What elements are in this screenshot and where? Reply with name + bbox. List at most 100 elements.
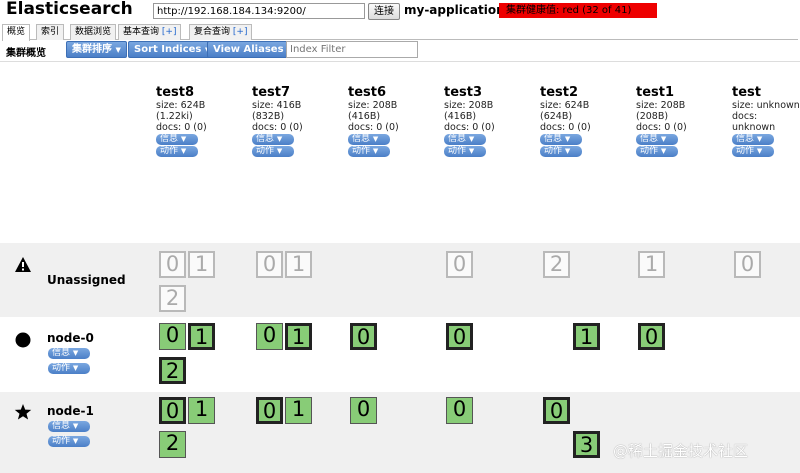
node-1-label: node-1 [47, 404, 94, 418]
divider [0, 61, 800, 62]
index-docs: docs: 0 (0) [636, 122, 687, 133]
index-action-button[interactable]: 动作 ▼ [348, 146, 390, 157]
info-label: 信息 [736, 134, 755, 144]
node-0-shard-test8-1[interactable]: 1 [188, 323, 215, 350]
action-label: 动作 [52, 436, 71, 446]
index-info-button[interactable]: 信息 ▼ [636, 134, 678, 145]
index-info-button[interactable]: 信息 ▼ [348, 134, 390, 145]
warning-icon [15, 257, 31, 272]
node-0-shard-test8-2[interactable]: 2 [159, 357, 186, 384]
node-0-shard-test8-0[interactable]: 0 [159, 323, 186, 350]
info-label: 信息 [640, 134, 659, 144]
index-size: size: 624B [540, 100, 590, 111]
index-info-button[interactable]: 信息 ▼ [444, 134, 486, 145]
caret-down-icon: ▼ [372, 135, 379, 143]
info-label: 信息 [544, 134, 563, 144]
node-0-shard-test6-0[interactable]: 0 [350, 323, 377, 350]
cluster-sort-button[interactable]: 集群排序 ▼ [66, 41, 127, 58]
node-1-shard-test2-3[interactable]: 3 [573, 431, 600, 458]
index-column-test2: test2 size: 624B (624B) docs: 0 (0) 信息 ▼… [540, 86, 630, 157]
unassigned-shard-test3-0[interactable]: 0 [446, 251, 473, 278]
view-aliases-button[interactable]: View Aliases ▼ [207, 41, 299, 58]
index-action-button[interactable]: 动作 ▼ [444, 146, 486, 157]
index-action-button[interactable]: 动作 ▼ [540, 146, 582, 157]
connection-url-input[interactable] [153, 3, 365, 19]
index-info-button[interactable]: 信息 ▼ [540, 134, 582, 145]
action-label: 动作 [640, 146, 659, 156]
index-name: test7 [252, 85, 291, 100]
info-label: 信息 [448, 134, 467, 144]
tab-basic-query-label: 基本查询 [123, 27, 160, 37]
unassigned-shard-test8-2[interactable]: 2 [159, 285, 186, 312]
tab-basic-query-plus[interactable]: [+] [162, 27, 177, 37]
node-1-shard-test8-0[interactable]: 0 [159, 397, 186, 424]
caret-down-icon: ▼ [660, 135, 667, 143]
index-action-button[interactable]: 动作 ▼ [636, 146, 678, 157]
connect-button[interactable]: 连接 [368, 3, 400, 20]
unassigned-shard-test-0[interactable]: 0 [734, 251, 761, 278]
unassigned-shard-test2-2[interactable]: 2 [543, 251, 570, 278]
tab-overview-label: 概览 [7, 27, 26, 37]
index-filter-input[interactable] [286, 41, 418, 58]
sort-indices-button[interactable]: Sort Indices ▼ [128, 41, 217, 58]
node-action-button[interactable]: 动作 ▼ [48, 363, 90, 374]
index-docs: unknown [732, 122, 776, 133]
tab-indices-label: 索引 [41, 27, 60, 37]
sort-indices-label: Sort Indices [134, 44, 202, 55]
index-action-button[interactable]: 动作 ▼ [252, 146, 294, 157]
header: Elasticsearch 连接 my-application 集群健康值: r… [0, 0, 800, 24]
index-name: test1 [636, 85, 675, 100]
tab-compound-query[interactable]: 复合查询 [+] [189, 24, 253, 40]
action-label: 动作 [352, 146, 371, 156]
node-info-button[interactable]: 信息 ▼ [48, 348, 90, 359]
node-1-shard-test6-0[interactable]: 0 [350, 397, 377, 424]
index-size-total: (624B) [540, 111, 573, 122]
node-0-shard-test1-0[interactable]: 0 [638, 323, 665, 350]
index-docs-label: docs: [732, 111, 758, 122]
action-label: 动作 [448, 146, 467, 156]
index-info-button[interactable]: 信息 ▼ [156, 134, 198, 145]
caret-down-icon: ▼ [276, 135, 283, 143]
index-size: size: 208B [348, 100, 398, 111]
node-1-shard-test2-0[interactable]: 0 [543, 397, 570, 424]
star-icon [14, 404, 32, 420]
index-action-button[interactable]: 动作 ▼ [156, 146, 198, 157]
tab-data-browser-label: 数据浏览 [75, 27, 112, 37]
tab-overview[interactable]: 概览 [2, 24, 31, 41]
node-0-label: node-0 [47, 331, 94, 345]
node-1-shard-test8-2[interactable]: 2 [159, 431, 186, 458]
tab-data-browser[interactable]: 数据浏览 [70, 24, 117, 40]
action-label: 动作 [52, 363, 71, 373]
node-action-button[interactable]: 动作 ▼ [48, 436, 90, 447]
node-1-shard-test7-0[interactable]: 0 [256, 397, 283, 424]
unassigned-shard-test8-1[interactable]: 1 [188, 251, 215, 278]
node-0-shard-test3-0[interactable]: 0 [446, 323, 473, 350]
index-column-test8: test8 size: 624B (1.22ki) docs: 0 (0) 信息… [156, 86, 246, 157]
index-size-total: (208B) [636, 111, 669, 122]
index-info-button[interactable]: 信息 ▼ [252, 134, 294, 145]
node-0-shard-test2-1[interactable]: 1 [573, 323, 600, 350]
tab-compound-query-plus[interactable]: [+] [233, 27, 248, 37]
index-info-button[interactable]: 信息 ▼ [732, 134, 774, 145]
overview-label: 集群概览 [6, 48, 46, 59]
unassigned-shard-test8-0[interactable]: 0 [159, 251, 186, 278]
tab-indices[interactable]: 索引 [36, 24, 65, 40]
tab-basic-query[interactable]: 基本查询 [+] [118, 24, 182, 40]
node-0-shard-test7-0[interactable]: 0 [256, 323, 283, 350]
node-1-shard-test8-1[interactable]: 1 [188, 397, 215, 424]
unassigned-shard-test7-1[interactable]: 1 [285, 251, 312, 278]
node-0-shard-test7-1[interactable]: 1 [285, 323, 312, 350]
index-column-test1: test1 size: 208B (208B) docs: 0 (0) 信息 ▼… [636, 86, 726, 157]
unassigned-shard-test7-0[interactable]: 0 [256, 251, 283, 278]
node-1-shard-test3-0[interactable]: 0 [446, 397, 473, 424]
index-docs: docs: 0 (0) [252, 122, 303, 133]
caret-down-icon: ▼ [564, 147, 571, 155]
node-1-shard-test7-1[interactable]: 1 [285, 397, 312, 424]
node-info-button[interactable]: 信息 ▼ [48, 421, 90, 432]
unassigned-shard-test1-1[interactable]: 1 [638, 251, 665, 278]
index-size-total: (832B) [252, 111, 285, 122]
action-label: 动作 [256, 146, 275, 156]
index-size: size: 416B [252, 100, 302, 111]
index-action-button[interactable]: 动作 ▼ [732, 146, 774, 157]
caret-down-icon: ▼ [468, 135, 475, 143]
